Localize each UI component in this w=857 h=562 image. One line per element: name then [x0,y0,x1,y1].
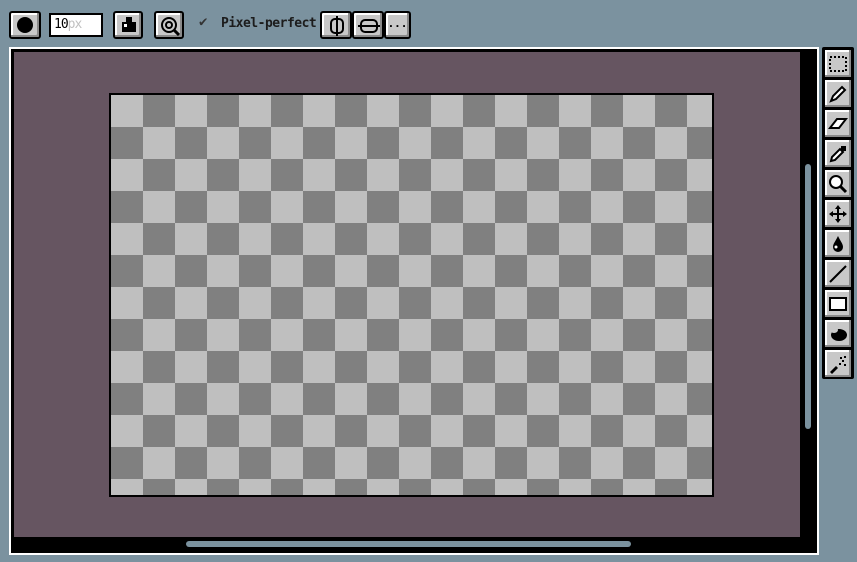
eraser-tool-button[interactable] [825,110,851,137]
rectangle-icon [829,296,847,311]
ink-bottle-icon [122,17,136,32]
pencil-tool-button[interactable] [825,80,851,107]
horizontal-symmetry-button[interactable] [352,11,384,39]
horizontal-scroll-thumb[interactable] [186,541,631,547]
ink-options-button[interactable] [154,11,184,39]
zoom-tool-button[interactable] [825,170,851,197]
zoom-icon [829,174,848,193]
eraser-icon [828,117,848,129]
circle-brush-icon [17,17,33,33]
vertical-symmetry-icon [330,16,344,36]
marquee-tool-button[interactable] [825,50,851,77]
vertical-scrollbar[interactable] [802,52,814,537]
more-options-button[interactable]: ... [384,11,411,39]
pixel-perfect-label[interactable]: Pixel-perfect [221,16,317,31]
editor-frame [9,47,819,555]
vertical-scroll-thumb[interactable] [805,164,811,429]
bucket-tool-button[interactable] [825,230,851,257]
zoom-ink-icon [161,17,180,36]
tool-palette [822,47,854,379]
ink-button[interactable] [113,11,143,39]
horizontal-scrollbar[interactable] [14,538,800,550]
canvas-viewport[interactable] [14,52,800,537]
more-label: ... [387,17,408,30]
sprite-canvas[interactable] [109,93,714,497]
line-icon [829,264,847,283]
ellipse-tool-button[interactable] [825,320,851,347]
horizontal-symmetry-icon [358,19,380,33]
pencil-icon [829,85,847,103]
brush-size-unit: px [67,17,83,32]
paint-bucket-icon [833,235,843,252]
rectangle-tool-button[interactable] [825,290,851,317]
rectangular-marquee-icon [829,55,847,72]
ellipse-icon [830,326,847,341]
brush-size-field[interactable]: 10px [49,13,103,37]
brush-size-value: 10 [54,17,69,32]
eyedropper-tool-button[interactable] [825,140,851,167]
vertical-symmetry-button[interactable] [320,11,352,39]
eyedropper-icon [829,145,846,162]
pixel-perfect-checkbox[interactable]: ✔ [199,14,207,30]
spray-tool-button[interactable] [825,350,851,377]
brush-shape-button[interactable] [9,11,41,39]
move-icon [829,204,847,223]
spray-icon [830,355,846,374]
move-tool-button[interactable] [825,200,851,227]
line-tool-button[interactable] [825,260,851,287]
